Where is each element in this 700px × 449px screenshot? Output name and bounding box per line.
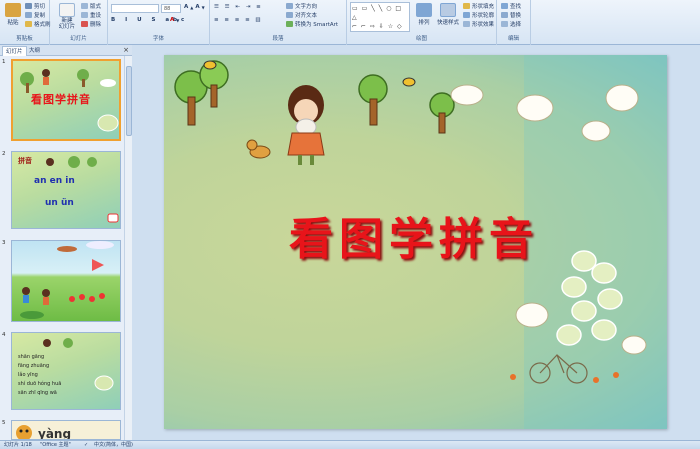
select-button[interactable]: 选择 [501,20,521,28]
align-text-button[interactable]: 对齐文本 [286,11,317,19]
thumbnail-slide-2[interactable]: 拼音 an en in un ün [11,151,121,229]
cursor-icon [501,21,508,27]
shapes-gallery[interactable]: ▭ ▭ ╲ ╲ ○ □ △⌐ ⌐ ⇨ ⇩ ☆ ◇ ⌒⟨ ⟩ { } ☆ ⌂ ≈ [350,2,410,32]
arrange-icon [416,3,432,17]
drawing-group: ▭ ▭ ╲ ╲ ○ □ △⌐ ⌐ ⇨ ⇩ ☆ ◇ ⌒⟨ ⟩ { } ☆ ⌂ ≈ … [347,0,497,45]
layout-icon [81,3,88,9]
slides-group: 新建 幻灯片 版式 重设 删除 幻灯片 [50,0,108,45]
thumbnail-number: 1 [2,59,6,65]
thumbnail-title: 看图学拼音 [31,93,91,106]
thumbnail-slide-5[interactable]: yàng [11,420,121,440]
binoculars-icon [501,3,508,9]
arrange-button[interactable]: 排列 [413,2,435,26]
tab-slides[interactable]: 幻灯片 [2,46,27,56]
font-label: 字体 [152,36,164,42]
shape-effects-button[interactable]: 形状效果 [463,20,494,28]
quick-styles-button[interactable]: 快速样式 [435,2,461,26]
font-size-field[interactable]: 88 [161,4,181,13]
new-slide-button[interactable]: 新建 幻灯片 [55,2,79,30]
thumbnail-line: an en in [34,176,75,186]
find-button[interactable]: 查找 [501,2,521,10]
pane-tabs: 幻灯片 大纲 × [0,45,132,56]
editing-group: 查找 替换 选择 编辑 [497,0,531,45]
smartart-icon [286,21,293,27]
scissors-icon [25,3,32,9]
thumbnail-slide-4[interactable]: shān gāng fāng zhuāng lǎo yīng shí duō h… [11,332,121,410]
thumbnail-title: 拼音 [18,157,32,165]
smartart-button[interactable]: 转换为 SmartArt [286,20,338,28]
thumbnail-line: lǎo yīng [18,372,38,378]
delete-icon [81,21,88,27]
girl-illustration [287,85,325,165]
thumbnail-number: 5 [2,420,6,426]
spellcheck-icon[interactable]: ✓ [84,441,88,449]
font-name-field[interactable] [111,4,159,13]
thumbnail-title: yàng [38,427,72,440]
slide-canvas[interactable]: 看图学拼音 [164,55,667,429]
new-slide-icon [59,3,75,17]
thumbnail-number: 3 [2,240,6,246]
brush-icon [25,21,32,27]
align-text-icon [286,12,293,18]
thumbnail-slide-3[interactable] [11,240,121,322]
text-direction-icon [286,3,293,9]
layout-button[interactable]: 版式 [81,2,101,10]
tab-outline[interactable]: 大纲 [26,46,43,56]
paste-icon [5,3,21,17]
slide-counter: 幻灯片 1/18 [4,442,32,448]
cut-button[interactable]: 剪切 [25,2,45,10]
thumbnail-text: shān gāng fāng zhuāng lǎo yīng shí duō h… [18,353,61,398]
font-color-button[interactable]: A ▼ [170,17,179,23]
replace-button[interactable]: 替换 [501,11,521,19]
quick-styles-icon [440,3,456,17]
clipboard-group: 粘贴 剪切 复制 格式刷 剪贴板 [0,0,51,45]
thumbnail-slide-1[interactable]: 看图学拼音 [11,59,121,141]
replace-icon [501,12,508,18]
editing-label: 编辑 [507,36,519,42]
font-group: 88 A ▲ A ▼ B I U S abc A ▼ 字体 [108,0,210,45]
reset-icon [81,12,88,18]
slide-thumbnail-pane: 幻灯片 大纲 × 1 看图学拼音 2 拼音 an en in un ün 3 4… [0,45,132,440]
thumbnail-scrollbar[interactable] [124,56,132,440]
scrollbar-thumb[interactable] [126,66,132,136]
shape-fill-button[interactable]: 形状填充 [463,2,494,10]
effects-icon [463,21,470,27]
thumbnail-line: fāng zhuāng [18,363,50,369]
format-painter-button[interactable]: 格式刷 [25,20,51,28]
close-icon[interactable]: × [123,45,129,56]
slides-label: 幻灯片 [70,36,87,42]
thumbnail-line: un ün [45,198,74,208]
clipboard-label: 剪贴板 [16,36,33,42]
list-buttons[interactable]: ☰ ☰ ⇤ ⇥ ≡ [214,4,263,10]
paste-button[interactable]: 粘贴 [2,2,24,26]
grow-font-button[interactable]: A ▲ A ▼ [184,4,205,10]
reset-button[interactable]: 重设 [81,11,101,19]
thumbnail-line: sān zhī qīng wā [18,390,57,396]
thumbnail-line: shí duō hóng huā [18,381,62,387]
ribbon: 粘贴 剪切 复制 格式刷 剪贴板 新建 幻灯片 版式 重设 删除 幻灯片 88 … [0,0,700,45]
status-bar: 幻灯片 1/18 "Office 主题" ✓ 中文(简体，中国) [0,440,700,449]
language-status[interactable]: 中文(简体，中国) [94,441,133,449]
thumbnail-number: 2 [2,151,6,157]
cat-illustration [246,139,271,159]
shape-outline-button[interactable]: 形状轮廓 [463,11,494,19]
thumbnail-number: 4 [2,332,6,338]
paragraph-group: ☰ ☰ ⇤ ⇥ ≡ ≡ ≡ ≡ ≡ ▥ 文字方向 对齐文本 转换为 SmartA… [210,0,347,45]
slide-editing-area: 看图学拼音 [133,45,700,440]
slide-title[interactable]: 看图学拼音 [264,203,564,267]
paragraph-label: 段落 [272,36,284,42]
thumbnail-art [20,241,114,319]
fill-icon [463,3,470,9]
text-direction-button[interactable]: 文字方向 [286,2,317,10]
align-buttons[interactable]: ≡ ≡ ≡ ≡ ▥ [214,17,263,23]
delete-button[interactable]: 删除 [81,20,101,28]
copy-icon [25,12,32,18]
copy-button[interactable]: 复制 [25,11,45,19]
thumbnail-line: shān gāng [18,354,45,360]
theme-name[interactable]: "Office 主题" [40,441,71,449]
outline-icon [463,12,470,18]
drawing-label: 绘图 [415,36,427,42]
